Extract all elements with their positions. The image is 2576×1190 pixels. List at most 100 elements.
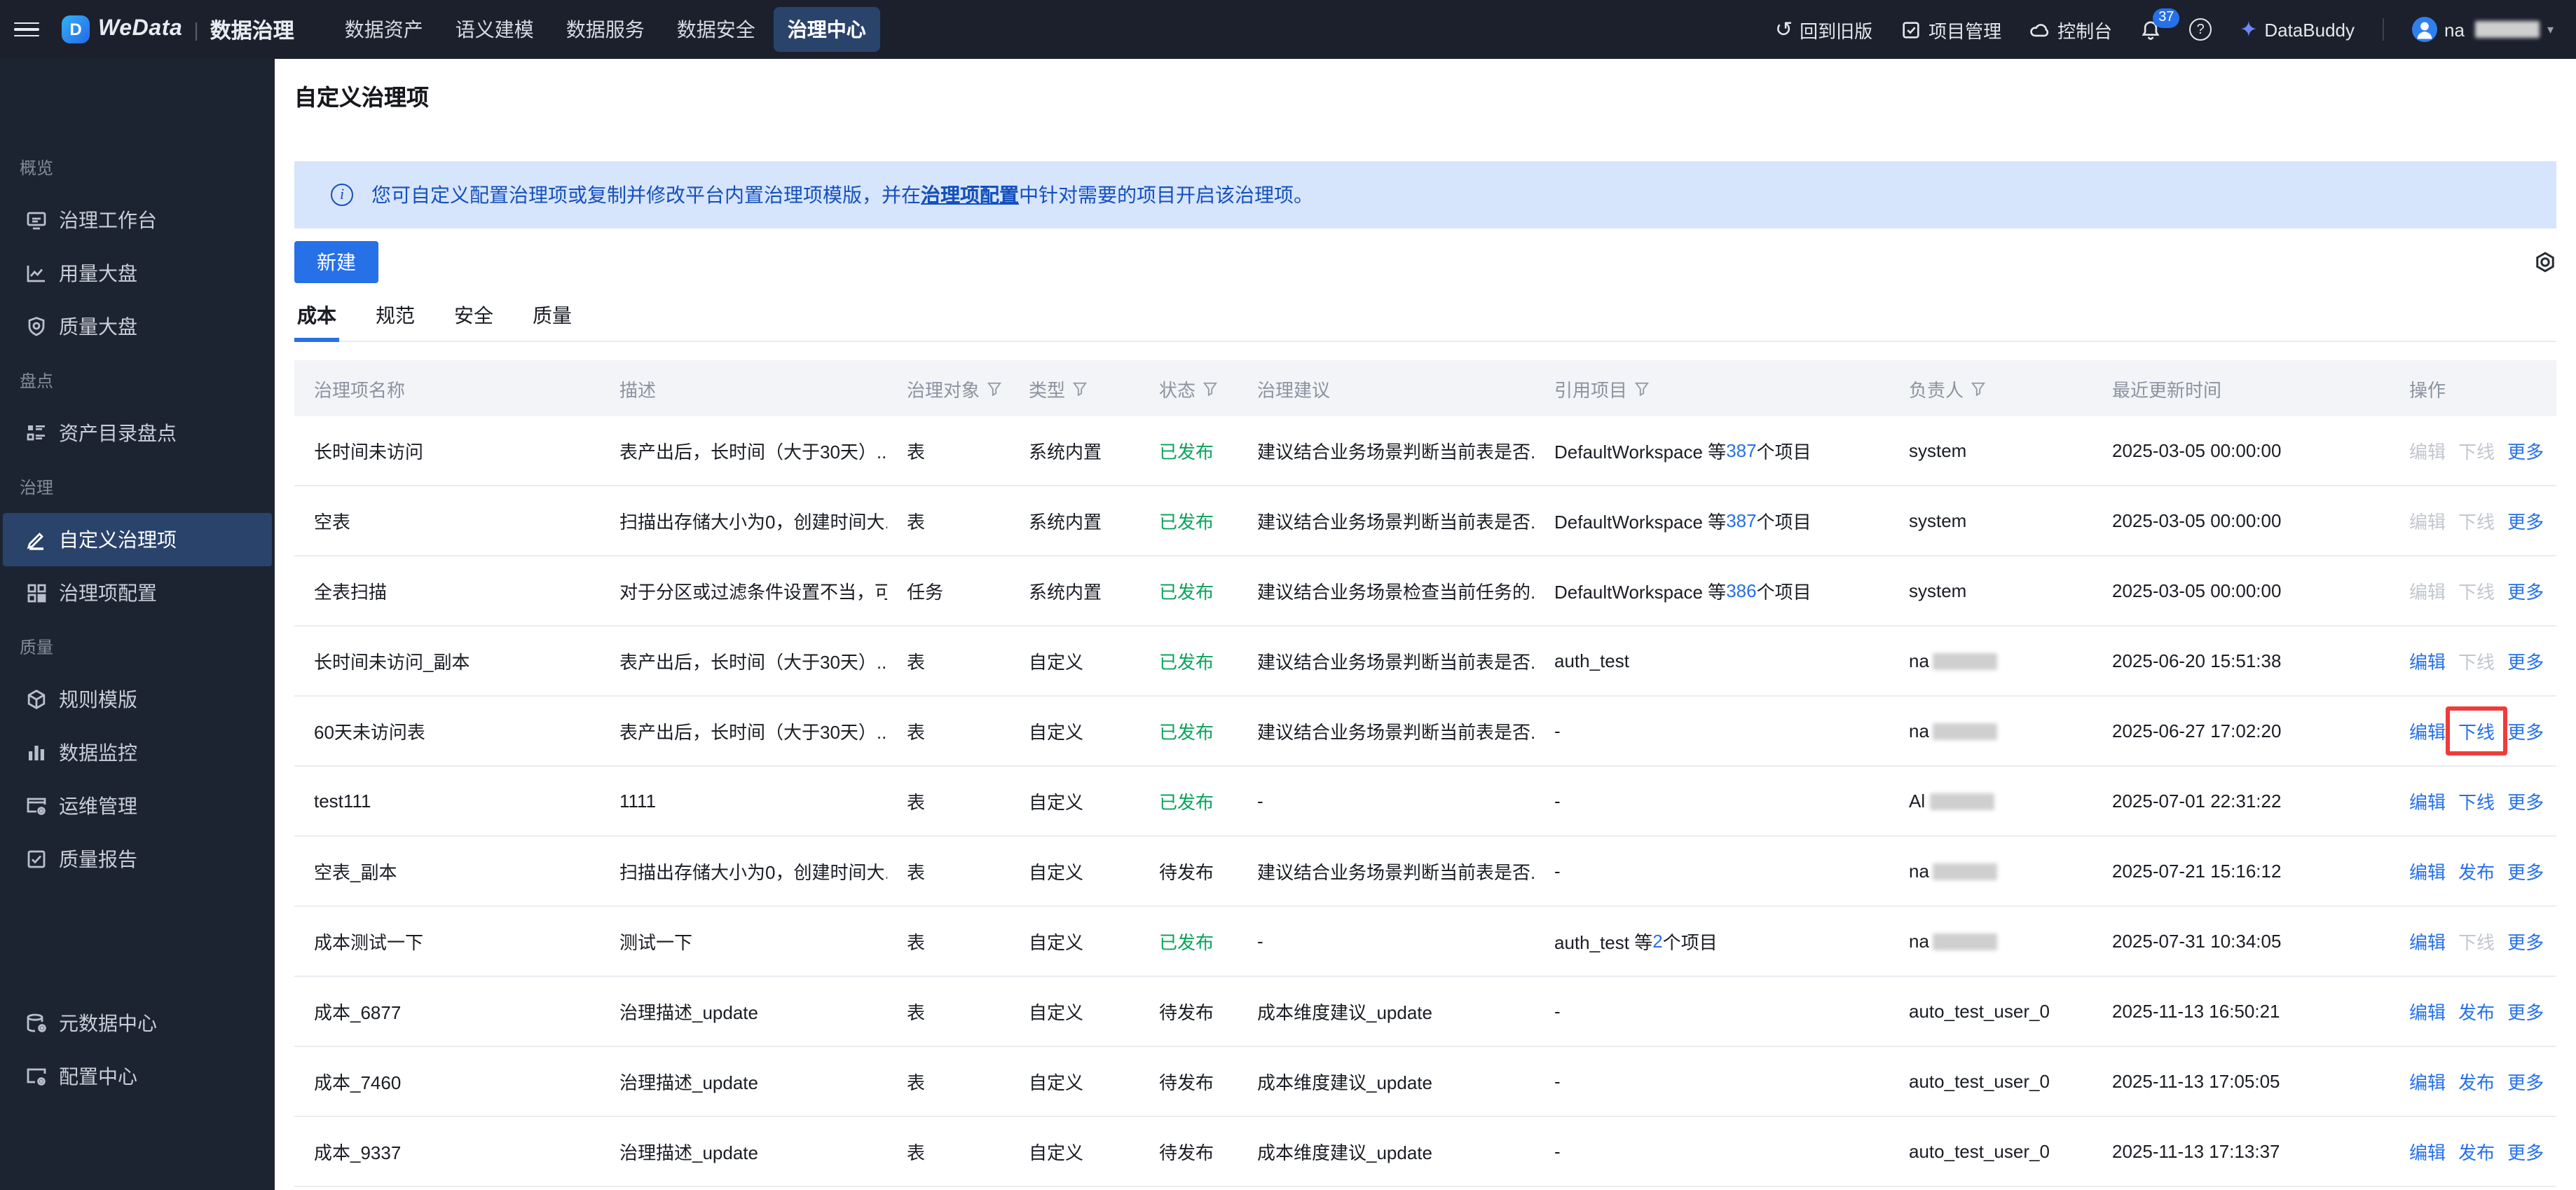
cell-governance-object: 表 xyxy=(907,1142,926,1163)
more-link[interactable]: 更多 xyxy=(2507,507,2544,534)
more-link[interactable]: 更多 xyxy=(2507,928,2544,955)
column-settings-icon[interactable] xyxy=(2534,251,2556,273)
edit-link[interactable]: 编辑 xyxy=(2409,1138,2446,1165)
nav-item-data-assets[interactable]: 数据资产 xyxy=(331,7,437,52)
cell-last-updated: 2025-11-13 17:05:05 xyxy=(2112,1071,2280,1092)
table-body: 长时间未访问 表产出后，长时间（大于30天）... 表 系统内置 已发布 建议结… xyxy=(294,416,2556,1187)
nav-item-semantic-modeling[interactable]: 语义建模 xyxy=(441,7,548,52)
sidebar-item-quality-dashboard[interactable]: 质量大盘 xyxy=(3,300,272,353)
publish-offline-link[interactable]: 发布 xyxy=(2458,858,2495,884)
more-link[interactable]: 更多 xyxy=(2507,577,2544,604)
nav-item-data-security[interactable]: 数据安全 xyxy=(663,7,769,52)
cell-item-name: 成本_7460 xyxy=(314,1072,402,1093)
databuddy-link[interactable]: ✦ DataBuddy xyxy=(2240,17,2355,42)
filter-icon[interactable] xyxy=(1203,381,1218,396)
help-icon[interactable]: ? xyxy=(2189,18,2212,41)
cell-actions: 编辑 下线 更多 xyxy=(2390,627,2556,695)
edit-link[interactable]: 编辑 xyxy=(2409,788,2446,814)
cell-last-updated: 2025-06-20 15:51:38 xyxy=(2112,650,2282,671)
publish-offline-link[interactable]: 发布 xyxy=(2458,1068,2495,1095)
create-button[interactable]: 新建 xyxy=(294,241,378,283)
publish-offline-link[interactable]: 下线 xyxy=(2458,437,2495,464)
governance-items-table: 治理项名称 描述 治理对象 类型 状态 治理建议 引用项目 负责人 最近更新时间… xyxy=(294,360,2556,1187)
publish-offline-link[interactable]: 下线 xyxy=(2458,648,2495,674)
tab-quality[interactable]: 质量 xyxy=(530,301,575,341)
sparkle-icon: ✦ xyxy=(2240,18,2258,42)
sidebar-section-governance: 治理 xyxy=(20,477,54,497)
cell-actions: 编辑 下线 更多 xyxy=(2390,556,2556,625)
edit-link[interactable]: 编辑 xyxy=(2409,437,2446,464)
more-link[interactable]: 更多 xyxy=(2507,788,2544,814)
project-management-link[interactable]: 项目管理 xyxy=(1900,16,2001,43)
notifications-bell[interactable]: 37 xyxy=(2140,8,2180,40)
status-badge: 已发布 xyxy=(1159,582,1214,603)
sidebar-item-usage-dashboard[interactable]: 用量大盘 xyxy=(3,247,272,300)
tab-cost[interactable]: 成本 xyxy=(294,301,339,342)
publish-offline-link[interactable]: 发布 xyxy=(2458,1138,2495,1165)
edit-link[interactable]: 编辑 xyxy=(2409,998,2446,1025)
edit-link[interactable]: 编辑 xyxy=(2409,577,2446,604)
sidebar-item-data-monitoring[interactable]: 数据监控 xyxy=(3,726,272,779)
publish-offline-link[interactable]: 下线 xyxy=(2446,706,2508,755)
user-menu[interactable]: na ▾ xyxy=(2412,17,2554,42)
sidebar-item-governance-workbench[interactable]: 治理工作台 xyxy=(3,193,272,247)
publish-offline-link[interactable]: 下线 xyxy=(2458,928,2495,955)
sidebar-item-asset-catalog-inventory[interactable]: 资产目录盘点 xyxy=(3,406,272,460)
bar-chart-icon xyxy=(25,741,48,764)
cell-last-updated: 2025-07-21 15:16:12 xyxy=(2112,861,2282,882)
edit-link[interactable]: 编辑 xyxy=(2409,648,2446,674)
project-count-link[interactable]: 387 xyxy=(1726,440,1756,461)
publish-offline-link[interactable]: 下线 xyxy=(2458,788,2495,814)
sidebar-item-custom-governance-items[interactable]: 自定义治理项 xyxy=(3,513,272,566)
filter-icon[interactable] xyxy=(1634,381,1650,396)
filter-icon[interactable] xyxy=(1072,381,1088,396)
hamburger-menu-icon[interactable] xyxy=(14,17,39,42)
cell-governance-object: 表 xyxy=(907,932,926,953)
more-link[interactable]: 更多 xyxy=(2507,437,2544,464)
filter-icon[interactable] xyxy=(1971,381,1986,396)
more-link[interactable]: 更多 xyxy=(2507,648,2544,674)
edit-link[interactable]: 编辑 xyxy=(2409,858,2446,884)
publish-offline-link[interactable]: 下线 xyxy=(2458,577,2495,604)
cell-actions: 编辑 发布 更多 xyxy=(2390,977,2556,1046)
project-count-link[interactable]: 386 xyxy=(1726,580,1756,601)
table-row: 成本_6877 治理描述_update 表 自定义 待发布 成本维度建议_upd… xyxy=(294,977,2556,1047)
more-link[interactable]: 更多 xyxy=(2507,858,2544,884)
sidebar-item-rule-templates[interactable]: 规则模版 xyxy=(3,673,272,726)
nav-item-governance-center[interactable]: 治理中心 xyxy=(773,7,880,52)
cell-item-name: 长时间未访问_副本 xyxy=(314,652,470,673)
more-link[interactable]: 更多 xyxy=(2507,1138,2544,1165)
sidebar-item-metadata-center[interactable]: 元数据中心 xyxy=(3,997,272,1050)
sidebar-item-quality-report[interactable]: 质量报告 xyxy=(3,833,272,886)
project-count-link[interactable]: 2 xyxy=(1652,931,1662,952)
cell-type: 系统内置 xyxy=(1029,442,1102,463)
project-count-link[interactable]: 387 xyxy=(1726,510,1756,531)
cell-description: 表产出后，长时间（大于30天）... xyxy=(619,722,887,743)
sidebar-item-governance-item-config[interactable]: 治理项配置 xyxy=(3,566,272,620)
publish-offline-link[interactable]: 发布 xyxy=(2458,998,2495,1025)
back-to-old-version-link[interactable]: ↺ 回到旧版 xyxy=(1775,16,1872,43)
sidebar-item-ops-management[interactable]: 运维管理 xyxy=(3,779,272,833)
edit-link[interactable]: 编辑 xyxy=(2409,928,2446,955)
console-link[interactable]: 控制台 xyxy=(2029,16,2112,43)
more-link[interactable]: 更多 xyxy=(2507,1068,2544,1095)
publish-offline-link[interactable]: 下线 xyxy=(2458,507,2495,534)
more-link[interactable]: 更多 xyxy=(2507,718,2544,744)
edit-link[interactable]: 编辑 xyxy=(2409,718,2446,744)
governance-config-link[interactable]: 治理项配置 xyxy=(921,184,1019,206)
more-link[interactable]: 更多 xyxy=(2507,998,2544,1025)
cell-referenced-projects: DefaultWorkspace 等 387 个项目 xyxy=(1554,440,1811,463)
cell-item-name: 成本_6877 xyxy=(314,1002,402,1023)
edit-link[interactable]: 编辑 xyxy=(2409,507,2446,534)
cell-item-name: 空表_副本 xyxy=(314,862,397,883)
sidebar-item-config-center[interactable]: 配置中心 xyxy=(3,1050,272,1103)
table-row: 成本_7460 治理描述_update 表 自定义 待发布 成本维度建议_upd… xyxy=(294,1047,2556,1117)
filter-icon[interactable] xyxy=(987,381,1002,396)
wedata-logo-text: WeData xyxy=(98,17,183,41)
tab-standards[interactable]: 规范 xyxy=(373,301,418,341)
sidebar-collapse-button[interactable] xyxy=(0,1128,275,1182)
tab-security[interactable]: 安全 xyxy=(451,301,496,341)
nav-item-data-services[interactable]: 数据服务 xyxy=(552,7,659,52)
cell-owner: Al xyxy=(1889,767,2092,835)
edit-link[interactable]: 编辑 xyxy=(2409,1068,2446,1095)
